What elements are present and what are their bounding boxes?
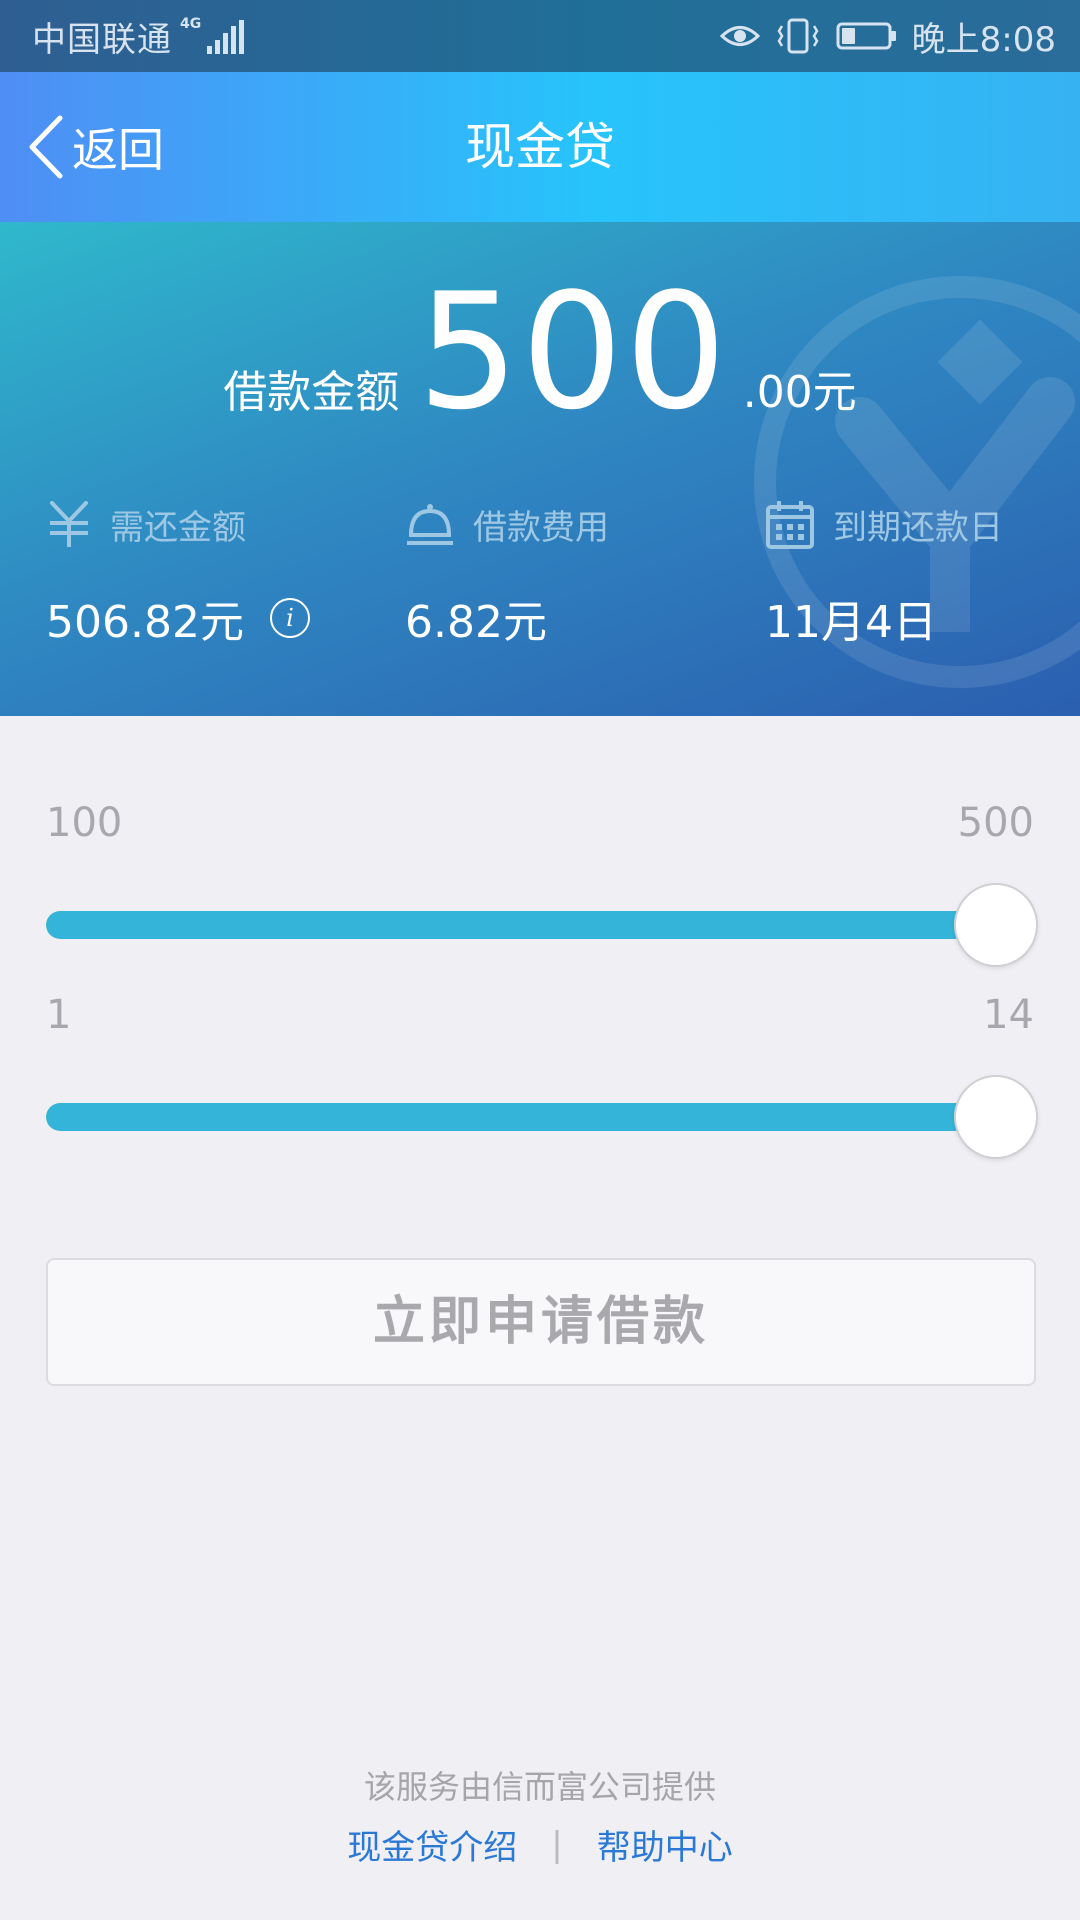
days-slider-track[interactable] bbox=[46, 1103, 1006, 1131]
stat-repay-amount: 需还金额 506.82元 i bbox=[46, 494, 386, 650]
stat-label: 需还金额 bbox=[110, 507, 246, 548]
clock: 晚上8:08 bbox=[911, 19, 1056, 60]
status-left: 中国联通 4G bbox=[32, 0, 245, 72]
loan-amount-label: 借款金额 bbox=[223, 367, 400, 418]
stat-value: 6.82元 bbox=[405, 597, 547, 648]
amount-slider: 100 500 bbox=[46, 800, 1038, 970]
back-button[interactable]: 返回 bbox=[24, 72, 164, 222]
apply-loan-button[interactable]: 立即申请借款 bbox=[46, 1258, 1036, 1386]
loan-amount-suffix: .00元 bbox=[742, 367, 857, 418]
days-slider-min: 1 bbox=[46, 992, 72, 1038]
status-bar: 中国联通 4G 晚上8:08 bbox=[0, 0, 1080, 72]
amount-slider-track[interactable] bbox=[46, 911, 1006, 939]
status-right: 晚上8:08 bbox=[704, 0, 1056, 72]
calendar-icon bbox=[766, 501, 814, 549]
yuan-icon bbox=[50, 501, 88, 547]
loan-intro-link[interactable]: 现金贷介绍 bbox=[347, 1820, 517, 1869]
provider-note: 该服务由信而富公司提供 bbox=[363, 1768, 716, 1806]
days-slider-fill bbox=[46, 1103, 1006, 1131]
days-slider: 1 14 bbox=[46, 992, 1038, 1162]
amount-slider-labels: 100 500 bbox=[46, 800, 1034, 850]
signal-icon bbox=[207, 20, 245, 54]
service-bell-icon bbox=[407, 504, 453, 545]
help-center-link[interactable]: 帮助中心 bbox=[597, 1820, 733, 1869]
days-slider-max: 14 bbox=[983, 992, 1034, 1038]
loan-amount-display: 借款金额 500 .00元 bbox=[0, 272, 1080, 432]
loan-stats: 需还金额 506.82元 i 借款费用 6.82元 到期还款日 11月4日 bbox=[0, 494, 1080, 674]
network-indicator: 4G bbox=[180, 16, 245, 56]
eye-icon bbox=[719, 21, 760, 51]
days-slider-labels: 1 14 bbox=[46, 992, 1034, 1042]
nav-bar: 返回 现金贷 bbox=[0, 72, 1080, 222]
vibrate-icon bbox=[776, 18, 820, 54]
stat-label: 到期还款日 bbox=[833, 507, 1003, 548]
battery-icon bbox=[836, 21, 898, 51]
network-type: 4G bbox=[180, 16, 202, 32]
amount-slider-min: 100 bbox=[46, 800, 123, 846]
amount-slider-max: 500 bbox=[957, 800, 1034, 846]
stat-due-date: 到期还款日 11月4日 bbox=[765, 494, 1080, 650]
amount-slider-thumb[interactable] bbox=[954, 883, 1038, 967]
info-icon[interactable]: i bbox=[269, 598, 310, 638]
footer-links: 现金贷介绍 | 帮助中心 bbox=[0, 1820, 1080, 1869]
back-label: 返回 bbox=[72, 123, 164, 177]
stat-label: 借款费用 bbox=[473, 507, 609, 548]
loan-amount-value: 500 bbox=[417, 258, 729, 445]
stat-value: 11月4日 bbox=[765, 597, 937, 648]
amount-slider-fill bbox=[46, 911, 1006, 939]
stat-value: 506.82元 bbox=[46, 597, 244, 648]
chevron-left-icon bbox=[29, 115, 63, 179]
loan-summary-panel: 借款金额 500 .00元 需还金额 506.82元 i 借款费用 6.82元 … bbox=[0, 222, 1080, 716]
carrier-name: 中国联通 bbox=[32, 19, 172, 60]
footer-separator: | bbox=[551, 1824, 563, 1865]
stat-loan-fee: 借款费用 6.82元 bbox=[405, 494, 745, 650]
days-slider-thumb[interactable] bbox=[954, 1075, 1038, 1159]
